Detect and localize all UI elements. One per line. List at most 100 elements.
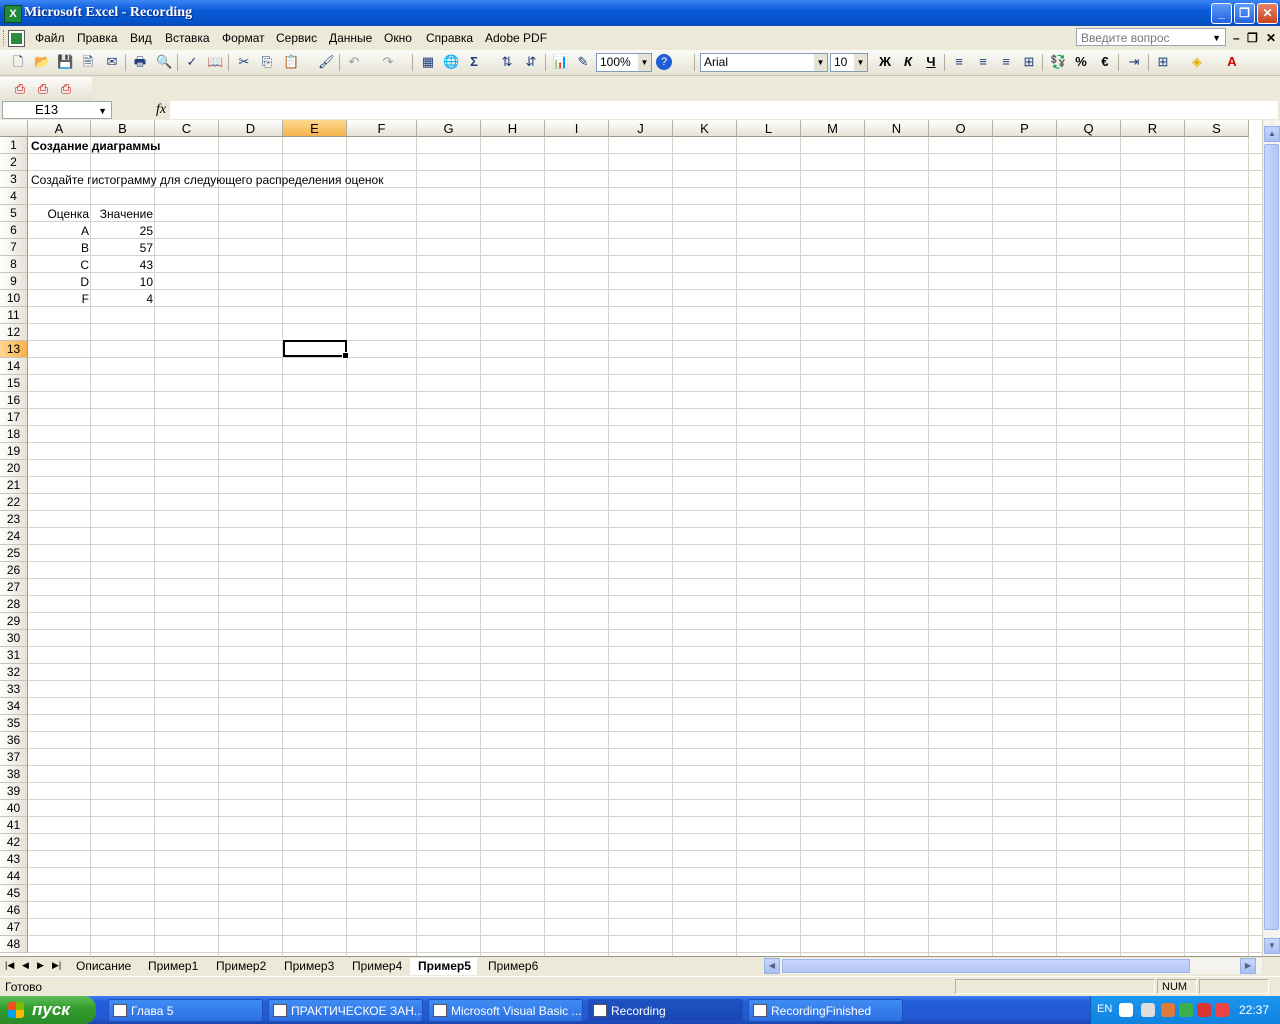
chevron-down-icon[interactable]: ▼ bbox=[638, 54, 651, 71]
pdf-review-icon[interactable]: ⎙ bbox=[58, 81, 74, 97]
back-tray-icon[interactable] bbox=[1161, 1003, 1175, 1017]
antivirus-icon[interactable] bbox=[1197, 1003, 1211, 1017]
menu-item-7[interactable]: Данные bbox=[329, 31, 372, 45]
row-header-14[interactable]: 14 bbox=[0, 358, 28, 375]
row-header-9[interactable]: 9 bbox=[0, 273, 28, 290]
menu-item-5[interactable]: Формат bbox=[222, 31, 265, 45]
row-header-31[interactable]: 31 bbox=[0, 647, 28, 664]
row-header-26[interactable]: 26 bbox=[0, 562, 28, 579]
column-header-s[interactable]: S bbox=[1185, 120, 1249, 137]
taskbar-button-5[interactable]: RecordingFinished bbox=[748, 999, 903, 1022]
cell-a7[interactable]: B bbox=[29, 240, 89, 256]
row-header-19[interactable]: 19 bbox=[0, 443, 28, 460]
row-header-16[interactable]: 16 bbox=[0, 392, 28, 409]
row-header-39[interactable]: 39 bbox=[0, 783, 28, 800]
row-header-38[interactable]: 38 bbox=[0, 766, 28, 783]
borders-icon[interactable]: ⊞ bbox=[1155, 54, 1171, 70]
first-sheet-icon[interactable]: |◀ bbox=[5, 960, 14, 971]
row-header-43[interactable]: 43 bbox=[0, 851, 28, 868]
new-icon[interactable]: 🗋 bbox=[10, 54, 26, 70]
scroll-up-icon[interactable]: ▲ bbox=[1264, 126, 1280, 142]
italic-button[interactable]: К bbox=[900, 54, 916, 70]
row-header-34[interactable]: 34 bbox=[0, 698, 28, 715]
sheet-tab-2[interactable]: Пример1 bbox=[140, 958, 204, 975]
sheet-tab-1[interactable]: Описание bbox=[68, 958, 137, 975]
row-header-36[interactable]: 36 bbox=[0, 732, 28, 749]
spelling-icon[interactable]: ✓ bbox=[184, 54, 200, 70]
cell-b10[interactable]: 4 bbox=[92, 291, 153, 307]
taskbar-button-1[interactable]: Глава 5 bbox=[108, 999, 263, 1022]
fill-handle[interactable] bbox=[342, 352, 349, 359]
undo-icon[interactable]: ↶ bbox=[346, 54, 362, 70]
row-header-12[interactable]: 12 bbox=[0, 324, 28, 341]
cell-a9[interactable]: D bbox=[29, 274, 89, 290]
redo-icon[interactable]: ↷ bbox=[380, 54, 396, 70]
hyperlink-icon[interactable]: 🌐 bbox=[443, 54, 459, 70]
taskbar-button-3[interactable]: Microsoft Visual Basic ... bbox=[428, 999, 583, 1022]
help-icon[interactable]: ? bbox=[656, 54, 672, 70]
horizontal-scrollbar[interactable]: ◀ ▶ bbox=[764, 958, 1262, 974]
column-header-n[interactable]: N bbox=[865, 120, 929, 137]
column-header-c[interactable]: C bbox=[155, 120, 219, 137]
column-header-q[interactable]: Q bbox=[1057, 120, 1121, 137]
column-header-k[interactable]: K bbox=[673, 120, 737, 137]
menu-item-9[interactable]: Справка bbox=[426, 31, 473, 45]
menu-item-4[interactable]: Вставка bbox=[165, 31, 210, 45]
row-header-13[interactable]: 13 bbox=[0, 341, 28, 358]
last-sheet-icon[interactable]: ▶| bbox=[52, 960, 61, 971]
autosum-icon[interactable]: Σ bbox=[466, 54, 482, 70]
row-header-47[interactable]: 47 bbox=[0, 919, 28, 936]
start-button[interactable]: пуск bbox=[0, 996, 96, 1024]
cell-a1[interactable]: Создание диаграммы bbox=[31, 138, 160, 154]
merge-center-icon[interactable]: ⊞ bbox=[1021, 54, 1037, 70]
row-header-15[interactable]: 15 bbox=[0, 375, 28, 392]
vertical-scroll-thumb[interactable] bbox=[1264, 144, 1279, 930]
row-header-24[interactable]: 24 bbox=[0, 528, 28, 545]
align-right-icon[interactable]: ≡ bbox=[998, 54, 1014, 70]
euro-button[interactable]: € bbox=[1097, 54, 1113, 70]
scroll-down-icon[interactable]: ▼ bbox=[1264, 938, 1280, 954]
chevron-down-icon[interactable]: ▼ bbox=[854, 54, 867, 71]
taskbar-button-4[interactable]: Recording bbox=[588, 999, 743, 1022]
save-icon[interactable]: 💾 bbox=[57, 54, 73, 70]
row-header-23[interactable]: 23 bbox=[0, 511, 28, 528]
column-header-r[interactable]: R bbox=[1121, 120, 1185, 137]
paste-icon[interactable]: 📋 bbox=[283, 54, 299, 70]
scroll-right-icon[interactable]: ▶ bbox=[1240, 958, 1256, 974]
row-header-18[interactable]: 18 bbox=[0, 426, 28, 443]
row-header-42[interactable]: 42 bbox=[0, 834, 28, 851]
sort-descending-icon[interactable]: ⇵ bbox=[523, 54, 539, 70]
menu-item-6[interactable]: Сервис bbox=[276, 31, 317, 45]
sheet-tab-3[interactable]: Пример2 bbox=[208, 958, 272, 975]
column-header-l[interactable]: L bbox=[737, 120, 801, 137]
font-size-select[interactable]: 10 ▼ bbox=[830, 53, 868, 72]
doc-close-button[interactable]: ✕ bbox=[1266, 31, 1276, 45]
column-header-m[interactable]: M bbox=[801, 120, 865, 137]
row-header-17[interactable]: 17 bbox=[0, 409, 28, 426]
row-header-25[interactable]: 25 bbox=[0, 545, 28, 562]
chevron-down-icon[interactable]: ▼ bbox=[1212, 29, 1221, 47]
pdf-email-icon[interactable]: ⎙ bbox=[35, 81, 51, 97]
row-header-5[interactable]: 5 bbox=[0, 205, 28, 222]
pdf-convert-icon[interactable]: ⎙ bbox=[12, 81, 28, 97]
cell-b8[interactable]: 43 bbox=[92, 257, 153, 273]
menu-item-10[interactable]: Adobe PDF bbox=[485, 31, 547, 45]
doc-minimize-button[interactable]: – bbox=[1233, 31, 1240, 45]
zoom-select[interactable]: 100% ▼ bbox=[596, 53, 652, 72]
cell-a5[interactable]: Оценка bbox=[29, 206, 89, 222]
chevron-down-icon[interactable]: ▼ bbox=[814, 54, 827, 71]
row-header-2[interactable]: 2 bbox=[0, 154, 28, 171]
maximize-button[interactable]: ❐ bbox=[1234, 3, 1255, 24]
percent-button[interactable]: % bbox=[1073, 54, 1089, 70]
column-header-g[interactable]: G bbox=[417, 120, 481, 137]
sheet-tab-5[interactable]: Пример4 bbox=[344, 958, 408, 975]
formula-input[interactable] bbox=[170, 101, 1278, 119]
scroll-left-icon[interactable]: ◀ bbox=[764, 958, 780, 974]
row-header-45[interactable]: 45 bbox=[0, 885, 28, 902]
research-icon[interactable]: 📖 bbox=[207, 54, 223, 70]
name-box[interactable]: E13 ▼ bbox=[2, 101, 112, 119]
font-color-icon[interactable]: A bbox=[1224, 54, 1240, 70]
select-all-corner[interactable] bbox=[0, 120, 28, 137]
column-header-e[interactable]: E bbox=[283, 120, 347, 137]
menu-item-1[interactable]: Файл bbox=[35, 31, 65, 45]
